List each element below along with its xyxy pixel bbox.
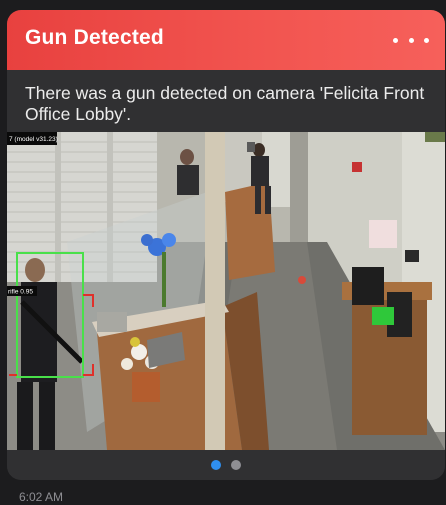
page-dot-active[interactable] (211, 460, 221, 470)
alert-header: Gun Detected (7, 10, 445, 70)
notification-timestamp: 6:02 AM (19, 490, 64, 504)
more-dot (424, 37, 429, 43)
page-dot[interactable] (231, 460, 241, 470)
camera-frame-image: 7 (model v31.23) rifle 0.95 (7, 132, 445, 450)
more-dot (408, 37, 414, 43)
alert-message: There was a gun detected on camera 'Feli… (25, 83, 425, 124)
model-label: 7 (model v31.23) (9, 136, 58, 143)
ellipsis-icon[interactable] (391, 28, 431, 52)
detection-label: rifle 0.95 (8, 289, 33, 296)
alert-card[interactable]: Gun Detected There was a gun detected on… (7, 10, 445, 480)
page-indicator[interactable] (7, 450, 445, 480)
camera-snapshot[interactable]: 7 (model v31.23) rifle 0.95 (7, 132, 445, 450)
more-dot (393, 37, 398, 43)
alert-title: Gun Detected (25, 26, 164, 49)
